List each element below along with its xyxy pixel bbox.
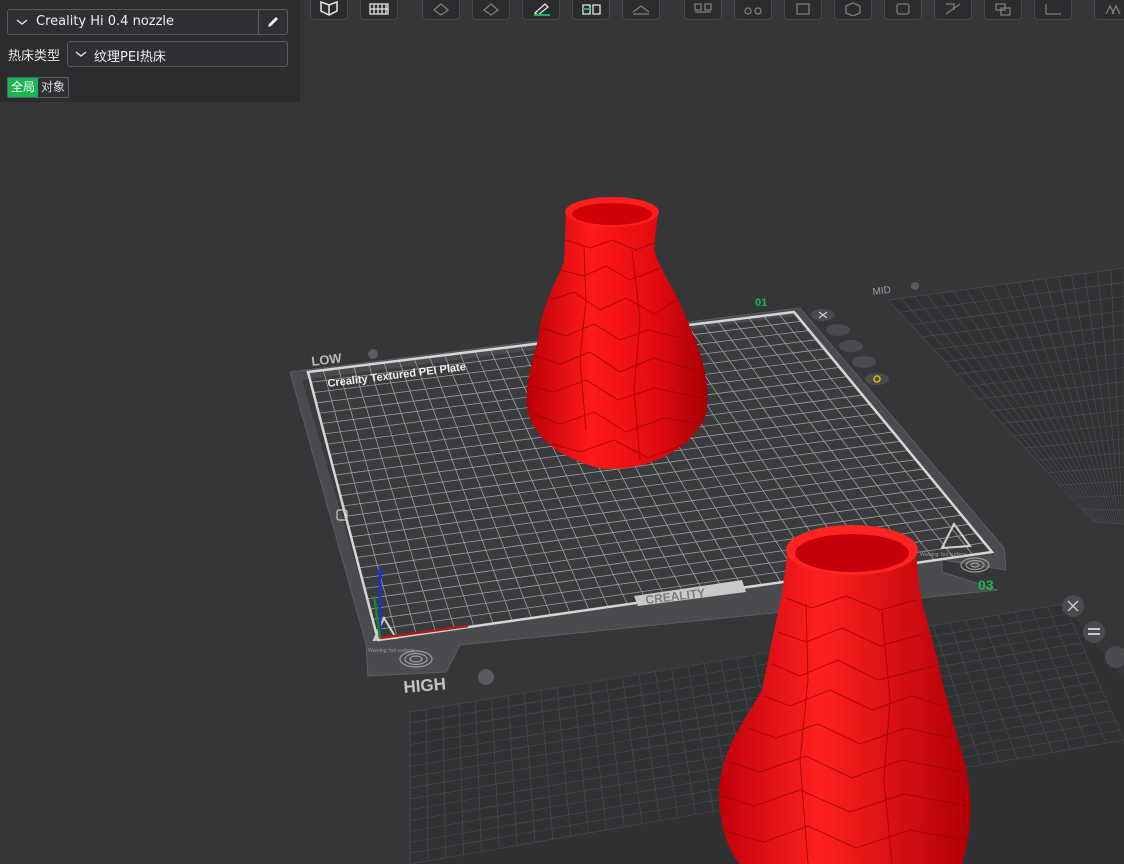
layout-icon [694,3,712,13]
auto-orient-button[interactable] [422,0,460,20]
plate-mid-edit-icon[interactable] [911,282,919,290]
move-icon [796,3,810,15]
rotate-cube-icon [845,2,861,16]
rotate-cube-button[interactable] [834,0,872,20]
plate-01-orient-icon[interactable] [839,340,863,352]
edit-printer-button[interactable] [258,10,287,34]
printer-select[interactable]: Creality Hi 0.4 nozzle [7,9,288,35]
chevron-down-icon[interactable] [15,15,29,29]
assembly-button[interactable] [1094,0,1124,20]
svg-text:Warning: hot surface: Warning: hot surface [920,552,966,558]
plate-mid-label: MID [872,285,892,298]
tab-object[interactable]: 对象 [38,78,69,97]
plate-01-arrange-icon[interactable] [826,324,850,336]
arrange-icon [632,5,650,15]
printer-name: Creality Hi 0.4 nozzle [36,14,175,29]
scale-button[interactable] [884,0,922,20]
settings-panel: Creality Hi 0.4 nozzle 热床类型 纹理PEI热床 全局 对… [0,0,300,102]
split-plate-button[interactable] [572,0,610,20]
ruler-icon [1045,4,1061,15]
scope-tabs: 全局 对象 [7,77,70,98]
ruler-button[interactable] [1034,0,1072,20]
lay-on-face-icon [482,3,500,16]
chevron-down-icon[interactable] [74,47,88,61]
paint-brush-icon [533,3,550,16]
split-plate-icon [582,4,601,15]
arrange-button[interactable] [622,0,660,20]
vase-model-1[interactable] [526,197,708,469]
add-cube-icon [320,0,338,16]
plate-high-label: HIGH [403,674,447,697]
3d-viewport[interactable]: MID Creality Textured PEI Plate CREALITY… [0,0,1124,864]
plate-low-edit-icon[interactable] [368,349,378,359]
measure-button[interactable] [984,0,1022,20]
cut-icon [945,3,961,15]
measure-icon [995,3,1011,16]
support-icon [744,7,762,15]
move-button[interactable] [784,0,822,20]
bed-type-value: 纹理PEI热床 [94,50,166,65]
bed-type-label: 热床类型 [8,49,61,64]
plate-number-right: 03 [978,577,994,593]
pencil-icon [268,17,278,27]
top-toolbar [300,0,1124,24]
lay-on-face-button[interactable] [472,0,510,20]
grid-button[interactable] [360,0,398,20]
cut-button[interactable] [934,0,972,20]
assembly-icon [1105,4,1121,15]
plate-high-edit-icon[interactable] [478,669,494,685]
plate-01-settings-icon[interactable] [865,373,889,385]
grid-icon [369,3,389,15]
add-cube-button[interactable] [310,0,348,20]
svg-text:Warning: hot surface: Warning: hot surface [368,648,414,654]
support-button[interactable] [734,0,772,20]
auto-orient-icon [432,3,450,16]
plate-03-arrange-icon[interactable] [1083,621,1105,643]
layout-button[interactable] [684,0,722,20]
paint-brush-button[interactable] [522,0,560,20]
plate-number-top: 01 [755,297,767,309]
scale-icon [896,3,910,15]
plate-01-lock-icon[interactable] [852,356,876,368]
bed-type-select[interactable]: 纹理PEI热床 [67,41,288,67]
tab-global[interactable]: 全局 [8,78,39,97]
